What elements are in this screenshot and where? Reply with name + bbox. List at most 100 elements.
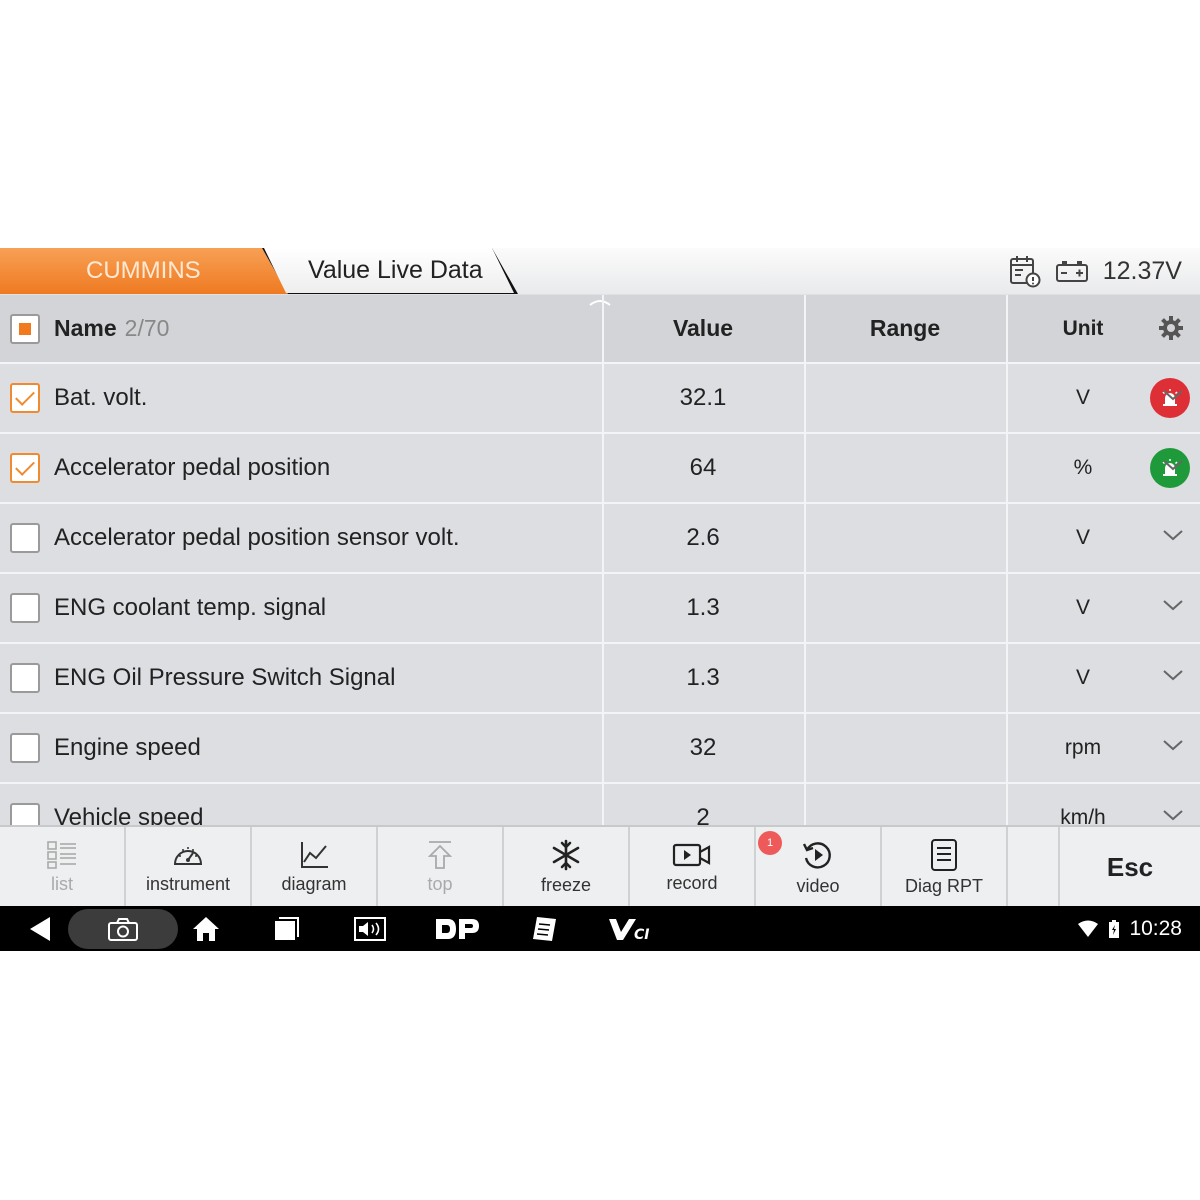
gear-icon[interactable]	[1158, 315, 1184, 341]
diag-report-button[interactable]: Diag RPT	[882, 827, 1008, 908]
row-range	[804, 714, 1004, 782]
home-icon[interactable]	[186, 906, 226, 951]
freeze-label: freeze	[540, 875, 592, 895]
recent-apps-icon[interactable]	[266, 906, 306, 951]
row-value: 2.6	[602, 504, 802, 572]
row-unit: V	[1075, 596, 1090, 619]
name-column-header: Name 2/70	[0, 295, 600, 362]
select-all-checkbox[interactable]	[10, 313, 40, 344]
chevron-down-icon[interactable]	[1162, 458, 1184, 472]
unit-header-label: Unit	[1062, 316, 1104, 340]
brand-tab-label: CUMMINS	[86, 257, 201, 284]
title-tab-label: Value Live Data	[308, 256, 483, 284]
name-header-label: Name	[54, 315, 117, 341]
top-bar: CUMMINS Value Live Data 12.37V	[0, 248, 1200, 294]
freeze-button[interactable]: freeze	[504, 827, 630, 908]
status-area: 10:28	[1077, 906, 1182, 951]
list-label: list	[51, 874, 73, 894]
chevron-down-icon[interactable]	[1162, 388, 1184, 402]
table-row[interactable]: Accelerator pedal position 64 %	[0, 434, 1200, 504]
voltage-value: 12.37V	[1102, 256, 1182, 285]
video-label: video	[796, 876, 840, 896]
row-checkbox[interactable]	[10, 663, 40, 693]
instrument-button[interactable]: instrument	[126, 827, 252, 908]
row-name: Accelerator pedal position	[54, 454, 331, 481]
list-button[interactable]: list	[0, 827, 126, 908]
esc-button[interactable]: Esc	[1058, 827, 1200, 908]
back-icon[interactable]	[20, 906, 60, 951]
row-unit: rpm	[1064, 736, 1102, 759]
notification-badge: 1	[758, 831, 782, 855]
gauge-icon	[173, 847, 203, 865]
row-value: 64	[602, 434, 802, 502]
unit-column-header: Unit	[1006, 295, 1200, 362]
system-nav-bar: CI 10:28	[0, 906, 1200, 951]
dp-icon[interactable]	[430, 906, 484, 951]
vci-icon[interactable]: CI	[606, 906, 660, 951]
battery-status-icon	[1109, 919, 1120, 938]
esc-label: Esc	[1106, 852, 1154, 882]
row-unit: V	[1075, 526, 1090, 549]
record-label: record	[666, 873, 718, 893]
row-range	[804, 644, 1004, 712]
chevron-down-icon[interactable]	[1162, 528, 1184, 542]
clock-time: 10:28	[1129, 916, 1182, 940]
brand-tab[interactable]: CUMMINS	[0, 248, 288, 294]
volume-icon[interactable]	[348, 906, 392, 951]
snowflake-icon	[552, 839, 580, 871]
row-checkbox[interactable]	[10, 453, 40, 483]
live-data-table: Name 2/70 Value Range Unit Bat. volt. 32…	[0, 295, 1200, 854]
line-chart-icon	[301, 842, 328, 868]
row-unit: %	[1073, 456, 1093, 479]
row-checkbox[interactable]	[10, 593, 40, 623]
row-checkbox[interactable]	[10, 383, 40, 413]
row-name: ENG coolant temp. signal	[54, 594, 327, 621]
top-button[interactable]: top	[378, 827, 504, 908]
row-name: Engine speed	[54, 734, 201, 761]
row-range	[804, 434, 1004, 502]
row-range	[804, 574, 1004, 642]
battery-icon	[1055, 259, 1089, 283]
chevron-down-icon[interactable]	[1162, 668, 1184, 682]
row-value: 32	[602, 714, 802, 782]
function-toolbar: list instrument diagram top freeze recor…	[0, 825, 1200, 908]
row-unit: V	[1075, 666, 1090, 689]
diag-report-label: Diag RPT	[904, 876, 984, 896]
title-tab[interactable]: Value Live Data	[264, 248, 514, 293]
row-name: ENG Oil Pressure Switch Signal	[54, 664, 396, 691]
calendar-info-icon[interactable]	[1009, 254, 1041, 288]
manual-icon[interactable]	[524, 906, 564, 951]
screenshot-icon[interactable]	[103, 906, 143, 951]
table-row[interactable]: Bat. volt. 32.1 V	[0, 364, 1200, 434]
row-range	[804, 504, 1004, 572]
row-value: 1.3	[602, 644, 802, 712]
top-label: top	[427, 874, 453, 894]
record-button[interactable]: record	[630, 827, 756, 908]
row-unit: V	[1075, 386, 1090, 409]
row-range	[804, 364, 1004, 432]
chevron-down-icon[interactable]	[1162, 598, 1184, 612]
diagram-button[interactable]: diagram	[252, 827, 378, 908]
arrow-up-icon	[427, 841, 453, 869]
voltage-indicator: 12.37V	[1009, 248, 1182, 294]
range-column-header: Range	[804, 295, 1004, 362]
table-row[interactable]: Accelerator pedal position sensor volt. …	[0, 504, 1200, 574]
table-row[interactable]: Engine speed 32 rpm	[0, 714, 1200, 784]
table-row[interactable]: ENG Oil Pressure Switch Signal 1.3 V	[0, 644, 1200, 714]
row-checkbox[interactable]	[10, 733, 40, 763]
document-icon	[931, 839, 957, 871]
replay-icon	[802, 842, 831, 869]
video-camera-icon	[672, 843, 711, 867]
diagram-label: diagram	[281, 874, 347, 894]
app-screen: CUMMINS Value Live Data 12.37V Name 2/70…	[0, 248, 1200, 951]
table-row[interactable]: ENG coolant temp. signal 1.3 V	[0, 574, 1200, 644]
row-value: 1.3	[602, 574, 802, 642]
selection-count: 2/70	[124, 315, 170, 341]
value-column-header: Value	[602, 295, 802, 362]
row-value: 32.1	[602, 364, 802, 432]
chevron-down-icon[interactable]	[1162, 808, 1184, 822]
row-checkbox[interactable]	[10, 523, 40, 553]
chevron-down-icon[interactable]	[1162, 738, 1184, 752]
video-button[interactable]: 1 video	[756, 827, 882, 908]
